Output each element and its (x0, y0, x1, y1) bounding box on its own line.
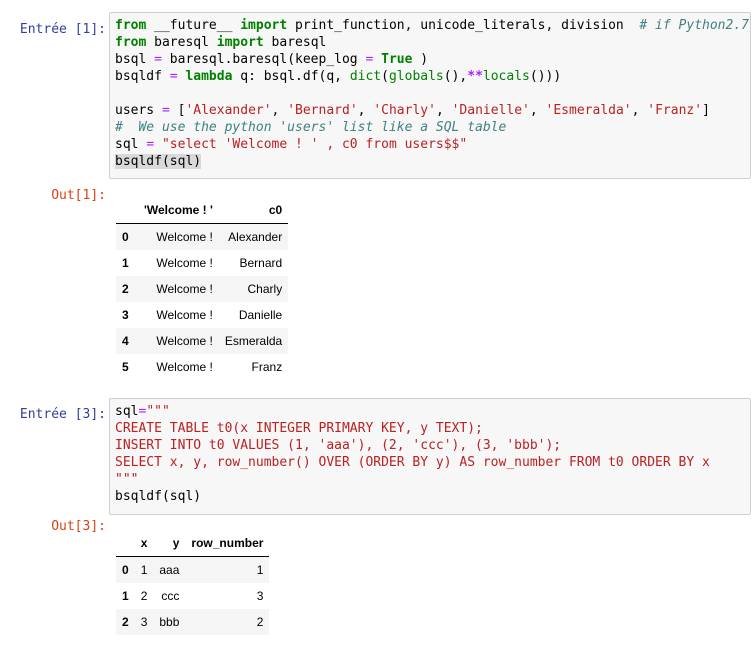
table-cell: Danielle (238, 308, 283, 322)
row-index: 2 (122, 615, 129, 629)
row-index: 1 (122, 589, 129, 603)
row-index: 3 (122, 308, 129, 322)
row-index: 5 (122, 360, 129, 374)
table-cell: Welcome ! (156, 282, 213, 296)
table-cell: bbb (159, 615, 180, 629)
table-row: 0 Welcome ! Alexander (116, 223, 289, 250)
table-header-row: x y row_number (116, 530, 270, 557)
code-text[interactable]: sql=""" CREATE TABLE t0(x INTEGER PRIMAR… (110, 399, 750, 509)
column-header: 'Welcome ! ' (138, 197, 219, 224)
table-cell: Charly (247, 282, 283, 296)
table-cell: Welcome ! (156, 308, 213, 322)
dataframe-table-3: x y row_number 0 1 aaa 1 1 2 ccc 3 2 3 bbb 2 (116, 530, 270, 635)
input-prompt: Entrée [1]: (19, 22, 106, 37)
column-header: c0 (218, 197, 289, 224)
table-row: 1 2 ccc 3 (116, 583, 269, 609)
table-row: 0 1 aaa 1 (116, 556, 270, 583)
row-index: 0 (122, 230, 129, 244)
index-header (116, 197, 138, 224)
table-cell: 3 (140, 615, 148, 629)
table-cell: Welcome ! (156, 334, 213, 348)
table-row: 2 3 bbb 2 (116, 609, 270, 635)
table-row: 5 Welcome ! Franz (116, 354, 288, 380)
column-header: x (134, 530, 154, 557)
input-prompt: Entrée [3]: (19, 407, 106, 422)
column-header: row_number (185, 530, 270, 557)
table-cell: 2 (140, 589, 148, 603)
output-prompt: Out[1]: (51, 188, 106, 203)
table-cell: Alexander (228, 230, 283, 244)
code-editor[interactable]: sql=""" CREATE TABLE t0(x INTEGER PRIMAR… (109, 398, 751, 515)
table-cell: 3 (256, 589, 264, 603)
table-cell: Welcome ! (156, 230, 213, 244)
table-header-row: 'Welcome ! ' c0 (116, 197, 289, 224)
table-cell: aaa (159, 563, 180, 577)
row-index: 2 (122, 282, 129, 296)
table-cell: Welcome ! (156, 256, 213, 270)
index-header (116, 530, 135, 557)
table-cell: ccc (161, 589, 180, 603)
row-index: 1 (122, 256, 129, 270)
row-index: 0 (122, 563, 129, 577)
table-cell: Welcome ! (156, 360, 213, 374)
table-cell: 1 (256, 563, 264, 577)
table-cell: 1 (140, 563, 148, 577)
column-header: y (153, 530, 186, 557)
table-row: 4 Welcome ! Esmeralda (116, 328, 289, 354)
table-cell: Esmeralda (224, 334, 283, 348)
table-row: 1 Welcome ! Bernard (116, 250, 288, 276)
dataframe-table-1: 'Welcome ! ' c0 0 Welcome ! Alexander 1 Wel… (116, 197, 289, 380)
row-index: 4 (122, 334, 129, 348)
table-cell: Bernard (239, 256, 283, 270)
code-editor[interactable]: from __future__ import print_function, u… (109, 12, 751, 179)
table-row: 2 Welcome ! Charly (116, 276, 289, 302)
code-text[interactable]: from __future__ import print_function, u… (110, 13, 750, 174)
table-cell: 2 (256, 615, 264, 629)
table-cell: Franz (251, 360, 283, 374)
table-row: 3 Welcome ! Danielle (116, 302, 288, 328)
output-prompt: Out[3]: (51, 519, 106, 534)
